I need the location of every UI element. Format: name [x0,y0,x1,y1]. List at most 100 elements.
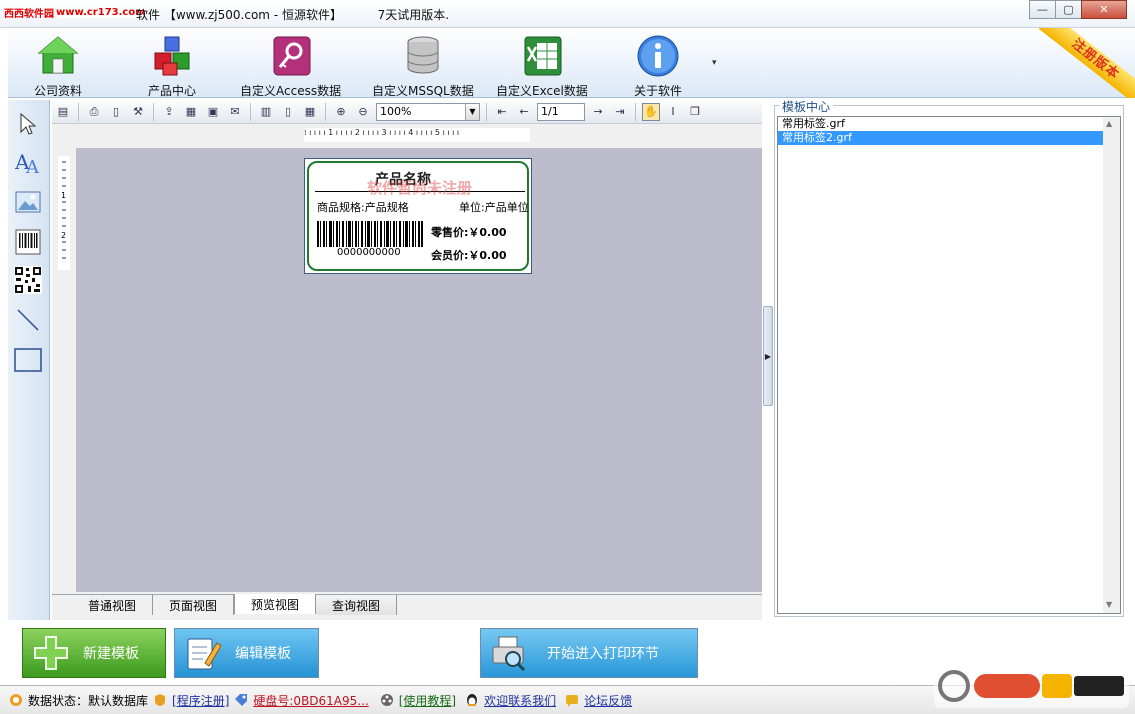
last-page-icon[interactable]: ⇥ [611,103,629,121]
tab-normal-view[interactable]: 普通视图 [72,595,154,615]
label-barcode[interactable] [317,221,423,247]
chevron-down-icon: ▼ [465,103,479,120]
vertical-ruler: 1 2 [58,156,70,270]
database-status-icon [8,692,24,708]
rectangle-icon [14,348,42,372]
pointer-tool[interactable] [14,110,42,138]
edit-template-button[interactable]: 编辑模板 [174,628,319,678]
new-template-label: 新建模板 [83,646,139,662]
toolbar-company-info[interactable]: 公司资料 [34,32,82,99]
horizontal-ruler: ⁞ ı ı ı ı 1 ı ı ı ı 2 ı ı ı ı 3 ı ı ı ı … [304,128,530,142]
toolbar-product-center[interactable]: 产品中心 [148,32,196,99]
label-barcode-number: 0000000000 [337,247,401,258]
barcode-tool[interactable] [14,228,42,256]
text-cursor-icon[interactable]: I [664,103,682,121]
window-title-trial: 7天试用版本. [377,8,450,22]
window-controls: — ▢ ✕ [1029,0,1127,19]
tag-icon [233,692,249,708]
toolbar-label: 自定义Access数据 [240,84,342,98]
toolbar-about[interactable]: 关于软件 [634,32,682,99]
page-number-input[interactable]: 1/1 [537,102,585,121]
export-icon[interactable]: ⇪ [160,103,178,121]
corner-watermark-logo [934,664,1129,708]
toolbar-custom-mssql[interactable]: 自定义MSSQL数据 [372,32,474,99]
toolbar-label: 自定义MSSQL数据 [372,84,474,98]
zoom-out-icon[interactable]: ⊖ [354,103,372,121]
template-list-item[interactable]: 常用标签.grf [778,117,1103,131]
print-icon[interactable]: ⎙ [85,103,103,121]
toolbar-overflow-chevron-icon[interactable]: ▾ [712,58,717,68]
tab-query-view[interactable]: 查询视图 [316,595,398,615]
tools-icon[interactable]: ⚒ [129,103,147,121]
forum-feedback-link[interactable]: 论坛反馈 [584,692,632,709]
main-toolbar: 公司资料 产品中心 自定义Access数据 自定义MSSQL数据 自定义Exce… [8,28,1135,98]
toolbar-custom-excel[interactable]: 自定义Excel数据 [496,32,588,99]
label-spec[interactable]: 商品规格:产品规格 [317,199,409,215]
page-setup-icon[interactable]: ▥ [257,103,275,121]
tab-page-view[interactable]: 页面视图 [153,595,235,615]
maximize-button[interactable]: ▢ [1055,0,1082,19]
export-excel-icon[interactable]: ▦ [182,103,200,121]
watermark-text-a: 西西软件园 [4,8,54,20]
zoom-value: 100% [380,105,412,118]
copy-icon[interactable]: ❐ [686,103,704,121]
print-preview-icon [487,631,531,675]
close-button[interactable]: ✕ [1081,0,1127,19]
disk-id-link[interactable]: 硬盘号:0BD61A95... [253,692,368,709]
svg-text:1: 1 [61,191,66,200]
tutorial-link[interactable]: [使用教程] [399,692,456,709]
cursor-icon [20,112,37,135]
single-page-icon[interactable]: ▯ [279,103,297,121]
unregistered-watermark: 软件暂尚未注册 [367,179,473,197]
start-print-label: 开始进入打印环节 [547,646,659,662]
house-icon [34,32,82,80]
label-retail-price[interactable]: 零售价:￥0.00 [431,224,507,240]
register-link[interactable]: [程序注册] [172,692,229,709]
cubes-icon [148,32,196,80]
multi-page-icon[interactable]: ▦ [301,103,319,121]
svg-text:2: 2 [61,231,66,240]
line-tool[interactable] [14,306,42,334]
new-template-button[interactable]: 新建模板 [22,628,166,678]
design-canvas[interactable]: 产品名称 软件暂尚未注册 商品规格:产品规格 单位:产品单位 000000000… [76,148,762,592]
toolbar-custom-access[interactable]: 自定义Access数据 [240,32,341,99]
database-status-text: 数据状态：默认数据库 [28,693,149,708]
zoom-select[interactable]: 100% ▼ [376,102,480,121]
scroll-up-icon[interactable]: ▲ [1106,119,1112,128]
ribbon-text: 注册版本 [1039,28,1135,98]
svg-text:A: A [25,157,40,175]
qrcode-tool[interactable] [14,266,42,294]
book-icon[interactable]: ▯ [107,103,125,121]
template-list-scrollbar[interactable]: ▲ ▼ [1103,117,1120,613]
image-tool[interactable] [14,188,42,216]
image-icon [15,191,41,213]
panel-splitter[interactable]: ▶ [763,306,773,406]
hand-pan-icon[interactable]: ✋ [642,102,660,121]
scroll-down-icon[interactable]: ▼ [1106,600,1112,609]
tab-preview-view[interactable]: 预览视图 [234,594,317,614]
toolbar-label: 自定义Excel数据 [496,84,588,98]
zoom-in-icon[interactable]: ⊕ [332,103,350,121]
label-unit[interactable]: 单位:产品单位 [459,199,531,215]
access-key-icon [267,32,315,80]
rectangle-tool[interactable] [14,346,42,374]
watermark-logo: 西西软件园 www.cr173.com [4,4,146,20]
label-template[interactable]: 产品名称 软件暂尚未注册 商品规格:产品规格 单位:产品单位 000000000… [304,158,532,274]
editor-toolbar: ▤ ⎙ ▯ ⚒ ⇪ ▦ ▣ ✉ ▥ ▯ ▦ ⊕ ⊖ 100% ▼ ⇤ ← 1/1… [52,100,762,124]
next-page-icon[interactable]: → [589,103,607,121]
minimize-button[interactable]: — [1029,0,1056,19]
template-list-item-selected[interactable]: 常用标签2.grf [778,131,1103,145]
text-icon: AA [14,150,40,175]
properties-icon[interactable]: ▤ [54,103,72,121]
first-page-icon[interactable]: ⇤ [493,103,511,121]
start-print-button[interactable]: 开始进入打印环节 [480,628,698,678]
template-list[interactable]: 常用标签.grf 常用标签2.grf ▲ ▼ [777,116,1121,614]
text-tool[interactable]: AA [14,148,42,176]
edit-template-label: 编辑模板 [235,646,291,662]
export-pdf-icon[interactable]: ▣ [204,103,222,121]
prev-page-icon[interactable]: ← [515,103,533,121]
label-member-price[interactable]: 会员价:￥0.00 [431,247,507,263]
window-title: 软件 【www.zj500.com - 恒源软件】 7天试用版本. [136,6,449,23]
contact-us-link[interactable]: 欢迎联系我们 [484,692,556,709]
email-icon[interactable]: ✉ [226,103,244,121]
